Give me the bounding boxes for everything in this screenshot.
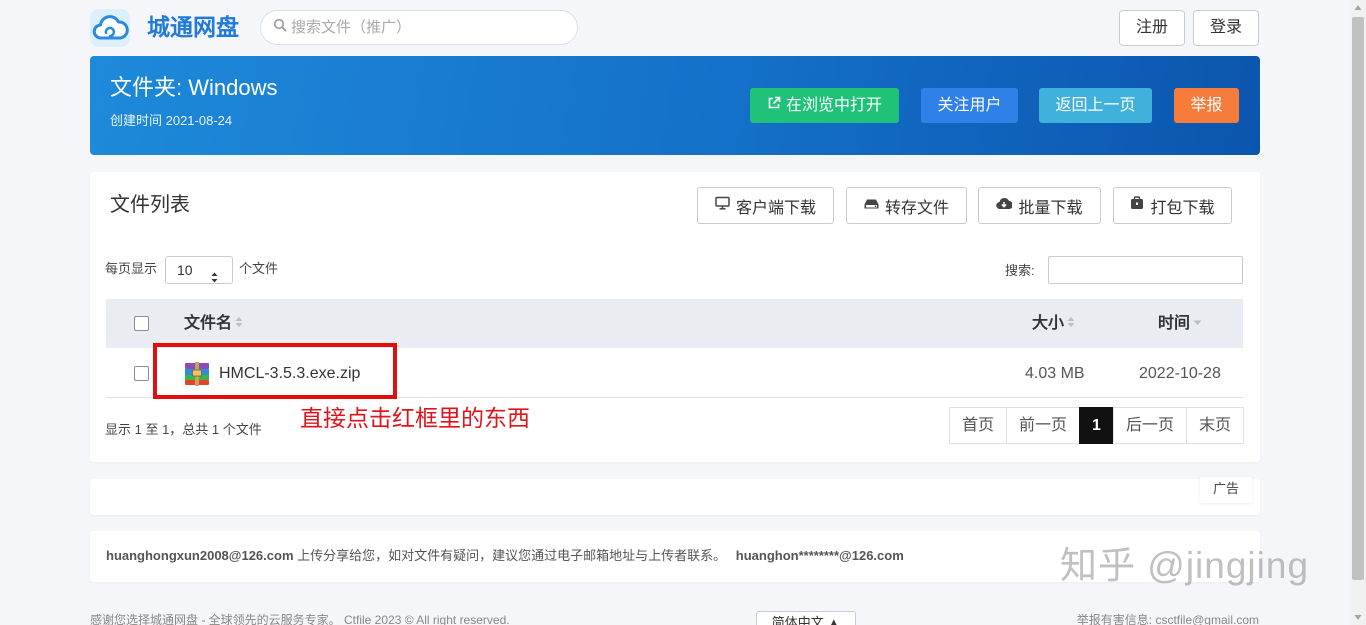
per-page-label: 每页显示 <box>105 261 158 276</box>
table-search-label: 搜索: <box>1005 263 1035 278</box>
scroll-up-icon[interactable] <box>1350 0 1366 16</box>
scrollbar-thumb[interactable] <box>1352 17 1364 580</box>
sort-icon <box>235 299 243 348</box>
login-button[interactable]: 登录 <box>1193 10 1259 46</box>
folder-banner: 文件夹: Windows 创建时间 2021-08-24 在浏览中打开 关注用户… <box>90 56 1260 155</box>
page-first[interactable]: 首页 <box>949 407 1007 444</box>
sort-icon <box>1067 299 1075 348</box>
global-search[interactable] <box>260 10 578 45</box>
column-header-time[interactable]: 时间 <box>1158 299 1202 348</box>
file-list-title: 文件列表 <box>110 194 190 216</box>
go-back-button[interactable]: 返回上一页 <box>1039 88 1152 123</box>
uploader-masked-email: huanghon********@126.com <box>735 548 904 563</box>
monitor-icon <box>715 196 730 215</box>
row-checkbox[interactable] <box>134 366 149 381</box>
per-page-suffix: 个文件 <box>239 261 279 276</box>
client-download-label: 客户端下载 <box>735 199 816 217</box>
page-current[interactable]: 1 <box>1079 407 1114 444</box>
search-input[interactable] <box>291 19 561 36</box>
per-page-value: 10 <box>177 262 193 278</box>
footer-copyright: 感谢您选择城通网盘 - 全球领先的云服务专家。 Ctfile 2023 © Al… <box>90 613 510 625</box>
scroll-down-icon[interactable] <box>1350 609 1366 625</box>
pagination: 首页 前一页 1 后一页 末页 <box>949 407 1244 444</box>
open-in-browser-button[interactable]: 在浏览中打开 <box>750 88 899 123</box>
table-summary: 显示 1 至 1，总共 1 个文件 <box>105 422 262 437</box>
column-name-label: 文件名 <box>184 315 233 332</box>
ad-label: 广告 <box>1200 477 1252 503</box>
per-page-select[interactable]: 10 <box>165 256 233 284</box>
batch-download-button[interactable]: 批量下载 <box>978 187 1101 224</box>
save-to-drive-label: 转存文件 <box>884 199 949 217</box>
follow-user-button[interactable]: 关注用户 <box>921 88 1018 123</box>
column-time-label: 时间 <box>1158 315 1191 332</box>
sort-desc-icon <box>1193 299 1202 348</box>
annotation-text: 直接点击红框里的东西 <box>300 406 530 431</box>
table-search-input[interactable] <box>1048 256 1243 284</box>
search-icon <box>273 18 287 37</box>
page-prev[interactable]: 前一页 <box>1006 407 1080 444</box>
folder-created-date: 创建时间 2021-08-24 <box>110 113 233 128</box>
scrollbar[interactable] <box>1350 0 1366 625</box>
page-next[interactable]: 后一页 <box>1113 407 1187 444</box>
package-download-button[interactable]: 打包下载 <box>1113 187 1232 224</box>
uploader-info-text: huanghongxun2008@126.com 上传分享给您，如对文件有疑问，… <box>106 548 904 564</box>
file-list-card: 文件列表 客户端下载 转存文件 批量下载 打包下载 每页显示 10 个文件 搜索… <box>90 172 1260 462</box>
batch-download-label: 批量下载 <box>1018 199 1083 217</box>
package-download-label: 打包下载 <box>1150 199 1215 217</box>
language-select-button[interactable]: 简体中文 ▲ <box>756 611 856 625</box>
language-label: 简体中文 <box>771 615 824 625</box>
external-link-icon <box>767 88 781 123</box>
cloud-download-icon <box>996 197 1014 215</box>
select-all-checkbox[interactable] <box>134 316 149 331</box>
register-button[interactable]: 注册 <box>1119 10 1185 46</box>
annotation-red-box <box>153 343 397 399</box>
save-to-drive-button[interactable]: 转存文件 <box>846 187 967 224</box>
open-in-browser-label: 在浏览中打开 <box>785 97 882 114</box>
select-updown-icon <box>211 265 218 291</box>
file-size: 4.03 MB <box>1025 365 1085 382</box>
uploader-email[interactable]: huanghongxun2008@126.com <box>106 548 294 563</box>
column-header-name[interactable]: 文件名 <box>184 299 243 348</box>
logo-text[interactable]: 城通网盘 <box>147 12 239 42</box>
file-time: 2022-10-28 <box>1139 365 1221 382</box>
caret-up-icon: ▲ <box>827 615 841 625</box>
column-header-size[interactable]: 大小 <box>1032 299 1075 348</box>
logo-cloud-icon[interactable] <box>90 9 130 47</box>
client-download-button[interactable]: 客户端下载 <box>697 187 834 224</box>
table-header: 文件名 大小 时间 <box>106 299 1243 348</box>
uploader-message: 上传分享给您，如对文件有疑问，建议您通过电子邮箱地址与上传者联系。 <box>297 548 727 563</box>
ad-banner[interactable]: 广告 <box>90 477 1260 515</box>
page-last[interactable]: 末页 <box>1186 407 1244 444</box>
footer-report[interactable]: 举报有害信息: csctfile@gmail.com <box>1077 612 1259 625</box>
column-size-label: 大小 <box>1032 315 1065 332</box>
report-button[interactable]: 举报 <box>1174 88 1239 123</box>
folder-title: 文件夹: Windows <box>110 75 278 100</box>
hdd-icon <box>864 197 879 215</box>
archive-icon <box>1130 196 1144 215</box>
zhihu-watermark: 知乎 @jingjing <box>1060 545 1310 586</box>
